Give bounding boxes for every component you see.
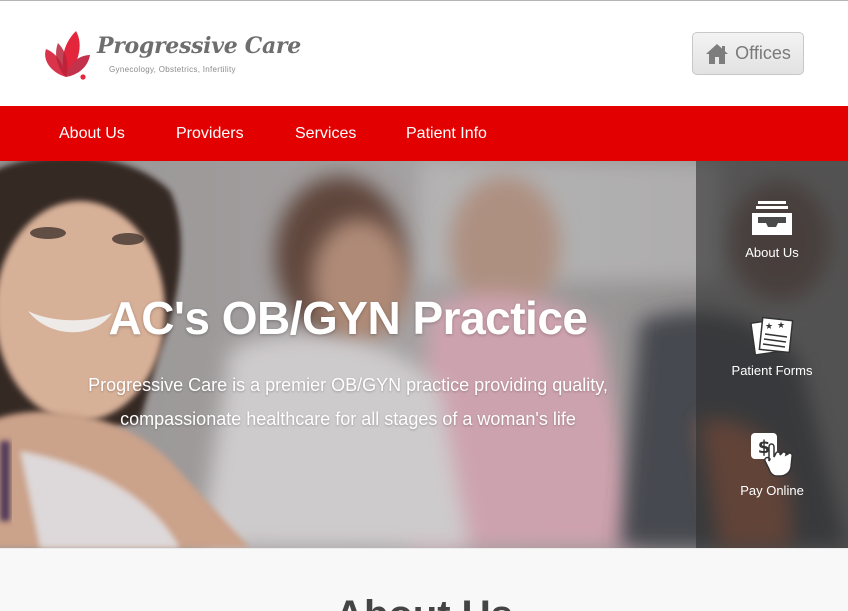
inbox-tray-icon	[752, 201, 792, 235]
nav-item-patient-info[interactable]: Patient Info	[406, 106, 487, 161]
site-logo[interactable]: Progressive Care Gynecology, Obstetrics,…	[40, 27, 301, 83]
quick-link-about-us[interactable]: About Us	[696, 199, 848, 260]
forms-documents-icon: ★ ★	[750, 316, 794, 356]
hero-subtitle: Progressive Care is a premier OB/GYN pra…	[88, 375, 608, 429]
quick-links-panel: About Us ★ ★ Patient Forms $ Pay Online	[696, 161, 848, 548]
quick-link-pay-online[interactable]: $ Pay Online	[696, 431, 848, 498]
dollar-hand-pointer-icon: $	[751, 433, 793, 477]
lotus-petals-icon	[45, 31, 90, 80]
svg-text:★: ★	[765, 322, 773, 332]
home-icon	[706, 43, 729, 64]
nav-item-services[interactable]: Services	[295, 106, 356, 161]
hero-title: AC's OB/GYN Practice	[108, 292, 589, 344]
main-navigation: About Us Providers Services Patient Info	[0, 106, 848, 161]
offices-button[interactable]: Offices	[692, 32, 804, 75]
about-us-section: About Us	[0, 548, 848, 611]
about-us-heading: About Us	[0, 593, 848, 611]
quick-link-pay-online-label: Pay Online	[740, 483, 804, 498]
nav-item-about-us[interactable]: About Us	[59, 106, 125, 161]
brand-name: Progressive Care	[97, 33, 301, 59]
quick-link-patient-forms-label: Patient Forms	[731, 363, 813, 378]
nav-item-providers[interactable]: Providers	[176, 106, 244, 161]
site-header: Progressive Care Gynecology, Obstetrics,…	[0, 1, 848, 106]
svg-text:★: ★	[777, 321, 785, 331]
hero-banner: AC's OB/GYN Practice Progressive Care is…	[0, 161, 848, 548]
quick-link-patient-forms[interactable]: ★ ★ Patient Forms	[696, 315, 848, 378]
brand-tagline: Gynecology, Obstetrics, Infertility	[109, 65, 236, 74]
quick-link-about-us-label: About Us	[745, 245, 799, 260]
offices-button-label: Offices	[735, 43, 791, 63]
